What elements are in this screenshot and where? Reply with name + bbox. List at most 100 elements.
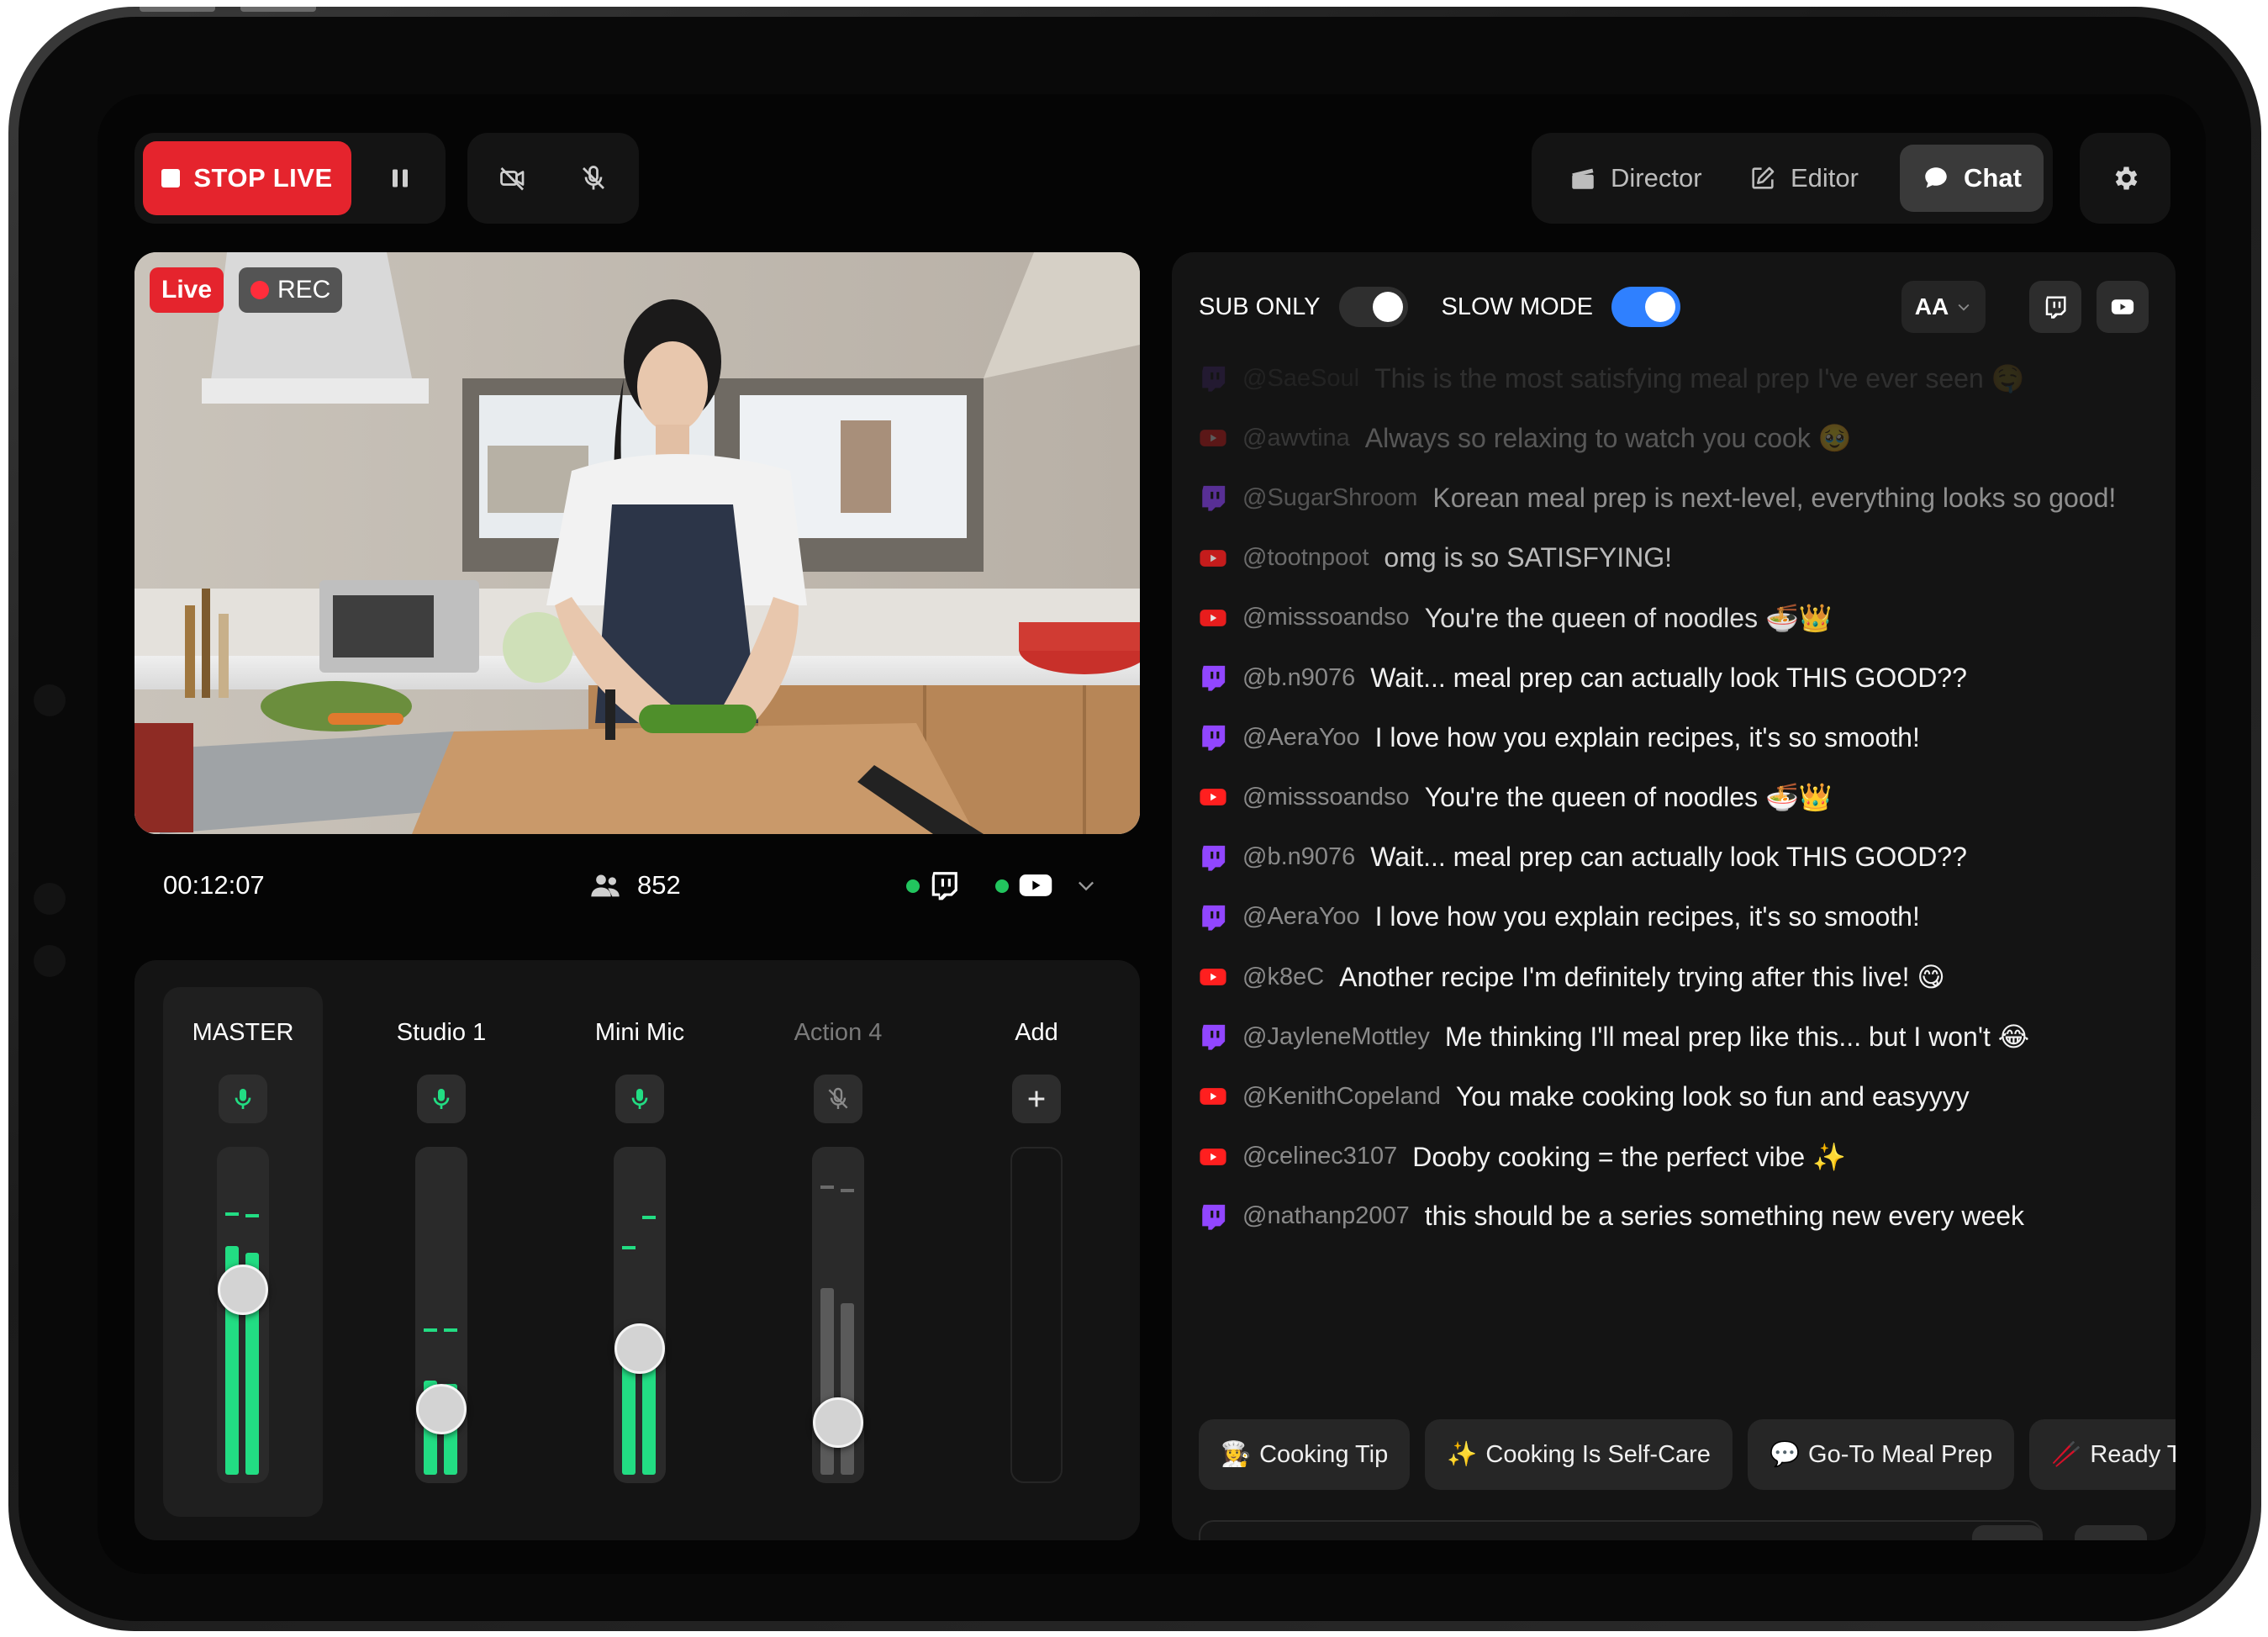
twitch-icon [1199, 364, 1227, 393]
chat-username[interactable]: @AeraYoo [1242, 724, 1360, 752]
pause-button[interactable] [367, 133, 434, 224]
font-size-label: AA [1914, 293, 1949, 319]
mic-toggle-button[interactable] [814, 1075, 862, 1123]
gear-icon [2115, 166, 2138, 190]
chat-message[interactable]: @AeraYoo I love how you explain recipes, … [1199, 892, 2159, 943]
chat-message-text: You're the queen of noodles 🍜👑 [1424, 602, 1833, 633]
volume-fader[interactable] [614, 1323, 665, 1374]
chat-username[interactable]: @AeraYoo [1242, 903, 1360, 931]
video-preview[interactable]: Live REC [134, 252, 1140, 834]
volume-fader[interactable] [218, 1265, 268, 1315]
chat-message[interactable]: @KenithCopeland You make cooking look so … [1199, 1071, 2159, 1122]
level-meter [614, 1147, 666, 1483]
chat-message[interactable]: @SaeSoul This is the most satisfying meal… [1199, 353, 2159, 404]
twitch-icon [2045, 296, 2066, 319]
channel-action-4: Action 4 [758, 987, 918, 1517]
youtube-icon [2111, 299, 2134, 314]
chat-message[interactable]: @celinec3107 Dooby cooking = the perfect … [1199, 1132, 2159, 1182]
mic-off-icon [583, 166, 604, 190]
quick-reply-chip[interactable]: 🥢 Ready To Se [2029, 1419, 2176, 1490]
chat-message[interactable]: @JayleneMottley Me thinking I'll meal pre… [1199, 1011, 2159, 1062]
twitch-icon [1199, 1202, 1227, 1231]
youtube-status-dot [995, 879, 1009, 893]
sub-only-toggle[interactable] [1338, 287, 1408, 327]
quick-reply-chip[interactable]: 💬 Go-To Meal Prep [1747, 1419, 2015, 1490]
chat-username[interactable]: @nathanp2007 [1242, 1202, 1410, 1230]
mic-off-icon [828, 1087, 848, 1109]
tab-editor[interactable]: Editor [1727, 145, 1880, 212]
chat-message[interactable]: @AeraYoo I love how you explain recipes, … [1199, 712, 2159, 763]
chat-message-text: You're the queen of noodles 🍜👑 [1424, 782, 1833, 813]
chat-message-text: Wait... meal prep can actually look THIS… [1370, 842, 1967, 873]
chat-message[interactable]: @SugarShroom Korean meal prep is next-lev… [1199, 473, 2159, 523]
pin-message-button[interactable] [2075, 1525, 2147, 1540]
chat-username[interactable]: @misssoandso [1242, 604, 1410, 631]
twitch-icon[interactable] [928, 869, 960, 901]
twitch-icon [1199, 903, 1227, 932]
tab-director[interactable]: Director [1547, 145, 1724, 212]
mic-toggle-button[interactable] [219, 1075, 267, 1123]
send-button[interactable] [1972, 1525, 2043, 1540]
edit-icon [1752, 166, 1775, 189]
live-badge: Live [150, 267, 224, 313]
viewers-icon [591, 874, 620, 897]
chat-panel: SUB ONLY SLOW MODE AA @SaeSoul This is t… [1172, 252, 2176, 1540]
mic-toggle-button[interactable] [615, 1075, 664, 1123]
chat-username[interactable]: @awvtina [1242, 425, 1350, 452]
mic-toggle-button[interactable] [417, 1075, 466, 1123]
mic-icon [235, 1089, 251, 1109]
youtube-filter-button[interactable] [2097, 281, 2149, 333]
chip-label: Cooking Is Self-Care [1485, 1440, 1711, 1468]
chat-message-text: Always so relaxing to watch you cook 🥹 [1364, 423, 1852, 454]
chat-message[interactable]: @k8eC Another recipe I'm definitely tryin… [1199, 952, 2159, 1002]
chat-username[interactable]: @tootnpoot [1242, 544, 1369, 572]
channel-mini-mic: Mini Mic [560, 987, 720, 1517]
chat-message[interactable]: @b.n9076 Wait... meal prep can actually l… [1199, 832, 2159, 883]
chat-message-text: Korean meal prep is next-level, everythi… [1432, 482, 2117, 513]
stop-live-button[interactable]: STOP LIVE [143, 141, 351, 215]
chat-username[interactable]: @SaeSoul [1242, 365, 1359, 393]
chat-message[interactable]: @misssoandso You're the queen of noodles … [1199, 593, 2159, 643]
settings-button[interactable] [2091, 133, 2159, 224]
chat-message-list[interactable]: @SaeSoul This is the most satisfying meal… [1199, 353, 2159, 1231]
chat-username[interactable]: @JayleneMottley [1242, 1023, 1430, 1051]
add-channel-button[interactable] [1012, 1075, 1061, 1123]
chat-username[interactable]: @b.n9076 [1242, 664, 1355, 692]
add-channel-label: Add [1015, 1019, 1058, 1046]
chat-message[interactable]: @awvtina Always so relaxing to watch you … [1199, 413, 2159, 463]
rec-badge-label: REC [277, 276, 331, 304]
chat-username[interactable]: @k8eC [1242, 964, 1324, 991]
mic-off-button[interactable] [560, 133, 627, 224]
chat-message-input[interactable] [1199, 1520, 2043, 1540]
quick-reply-chip[interactable]: ✨ Cooking Is Self-Care [1425, 1419, 1733, 1490]
channel-master: MASTER [163, 987, 323, 1517]
chat-username[interactable]: @celinec3107 [1242, 1143, 1397, 1170]
volume-fader[interactable] [416, 1384, 467, 1434]
twitch-filter-button[interactable] [2029, 281, 2081, 333]
chat-username[interactable]: @misssoandso [1242, 784, 1410, 811]
chat-message[interactable]: @nathanp2007 this should be a series some… [1199, 1191, 2159, 1242]
channel-label: MASTER [192, 1019, 294, 1046]
volume-fader[interactable] [813, 1397, 863, 1448]
chat-message[interactable]: @b.n9076 Wait... meal prep can actually l… [1199, 652, 2159, 703]
font-size-dropdown[interactable]: AA [1901, 281, 1986, 333]
clapperboard-icon [1572, 168, 1594, 189]
chat-username[interactable]: @b.n9076 [1242, 843, 1355, 871]
youtube-icon [1199, 544, 1227, 573]
slow-mode-label: SLOW MODE [1441, 293, 1593, 320]
chat-username[interactable]: @SugarShroom [1242, 484, 1417, 512]
chat-message[interactable]: @tootnpoot omg is so SATISFYING! [1199, 533, 2159, 584]
source-controls [467, 133, 639, 224]
quick-reply-chip[interactable]: 👩‍🍳 Cooking Tip [1199, 1419, 1411, 1490]
chevron-down-icon[interactable] [1074, 874, 1098, 897]
youtube-icon[interactable] [1017, 867, 1054, 904]
tab-chat[interactable]: Chat [1900, 145, 2044, 212]
chat-bubble-icon [1925, 167, 1947, 188]
chat-message[interactable]: @misssoandso You're the queen of noodles … [1199, 772, 2159, 822]
level-meter [217, 1147, 269, 1483]
camera-off-button[interactable] [479, 133, 546, 224]
chat-message-text: You make cooking look so fun and easyyyy [1455, 1080, 1970, 1112]
youtube-icon [1199, 783, 1227, 811]
chat-username[interactable]: @KenithCopeland [1242, 1083, 1441, 1111]
slow-mode-toggle[interactable] [1611, 287, 1680, 327]
